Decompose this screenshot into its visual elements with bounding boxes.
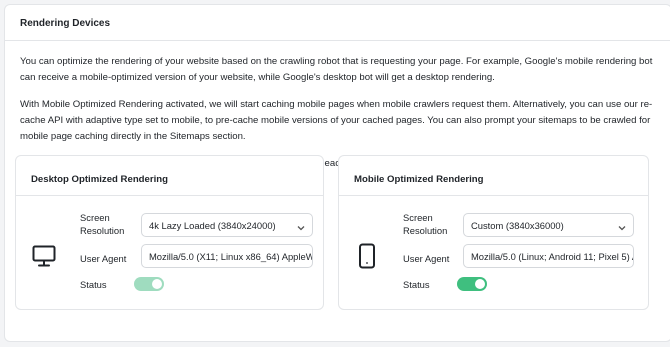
panel-title: Rendering Devices bbox=[5, 5, 670, 41]
desktop-status-toggle[interactable] bbox=[134, 277, 164, 291]
desktop-screen-resolution-label: Screen Resolution bbox=[80, 212, 125, 236]
chevron-down-icon bbox=[297, 222, 305, 233]
monitor-icon bbox=[32, 245, 56, 270]
mobile-status-toggle[interactable] bbox=[457, 277, 487, 291]
mobile-screen-resolution-label: Screen Resolution bbox=[403, 212, 448, 236]
desktop-screen-resolution-select[interactable]: 4k Lazy Loaded (3840x24000) bbox=[141, 213, 313, 237]
mobile-user-agent-input[interactable]: Mozilla/5.0 (Linux; Android 11; Pixel 5)… bbox=[463, 244, 634, 268]
mobile-card-title: Mobile Optimized Rendering bbox=[339, 156, 648, 196]
description-paragraph-1: You can optimize the rendering of your w… bbox=[20, 56, 653, 83]
mobile-status-label: Status bbox=[403, 279, 430, 290]
desktop-user-agent-label: User Agent bbox=[80, 253, 127, 264]
desktop-screen-resolution-value: 4k Lazy Loaded (3840x24000) bbox=[149, 220, 276, 231]
desktop-rendering-card: Desktop Optimized Rendering Screen Resol… bbox=[15, 155, 324, 310]
smartphone-icon bbox=[358, 243, 376, 272]
mobile-user-agent-label: User Agent bbox=[403, 253, 450, 264]
mobile-rendering-card: Mobile Optimized Rendering Screen Resolu… bbox=[338, 155, 649, 310]
desktop-status-label: Status bbox=[80, 279, 107, 290]
description-paragraph-2: With Mobile Optimized Rendering activate… bbox=[20, 99, 653, 142]
toggle-knob bbox=[152, 279, 162, 289]
chevron-down-icon bbox=[618, 222, 626, 233]
toggle-knob bbox=[475, 279, 485, 289]
desktop-card-title: Desktop Optimized Rendering bbox=[16, 156, 323, 196]
mobile-screen-resolution-select[interactable]: Custom (3840x36000) bbox=[463, 213, 634, 237]
mobile-screen-resolution-value: Custom (3840x36000) bbox=[471, 220, 564, 231]
desktop-user-agent-input[interactable]: Mozilla/5.0 (X11; Linux x86_64) AppleWeb… bbox=[141, 244, 313, 268]
